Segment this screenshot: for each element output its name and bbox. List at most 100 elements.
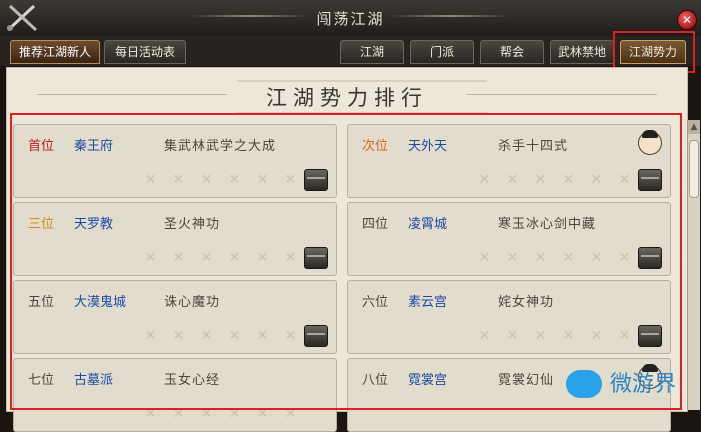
faction-skill: 杀手十四式 xyxy=(498,139,569,154)
treasure-chest-icon[interactable] xyxy=(304,169,328,191)
emblem-icon: ✕ xyxy=(590,328,603,344)
faction-skill: 霓裳幻仙 xyxy=(498,373,555,388)
heading-ornament-right xyxy=(467,94,657,95)
emblem-icon: ✕ xyxy=(200,172,213,188)
rank-card-1[interactable]: 首位 秦王府 集武林武学之大成 ✕ ✕ ✕ ✕ ✕ ✕ xyxy=(13,124,337,198)
rank-card-4[interactable]: 四位 凌霄城 寒玉冰心剑中藏 ✕ ✕ ✕ ✕ ✕ ✕ xyxy=(347,202,671,276)
emblem-icon: ✕ xyxy=(228,406,241,422)
emblem-icon: ✕ xyxy=(534,328,547,344)
faction-skill: 诛心魔功 xyxy=(164,295,221,310)
emblem-icon: ✕ xyxy=(256,250,269,266)
emblem-icon: ✕ xyxy=(284,406,297,422)
emblem-icon: ✕ xyxy=(256,406,269,422)
rank-card-6[interactable]: 六位 素云宫 姹女神功 ✕ ✕ ✕ ✕ ✕ ✕ xyxy=(347,280,671,354)
emblem-icon: ✕ xyxy=(200,406,213,422)
tab-jianghu-forces[interactable]: 江湖势力 xyxy=(620,40,686,64)
faction-name: 凌霄城 xyxy=(408,217,448,232)
emblem-icon: ✕ xyxy=(534,172,547,188)
treasure-chest-icon[interactable] xyxy=(304,247,328,269)
emblem-icon: ✕ xyxy=(506,328,519,344)
emblem-icon: ✕ xyxy=(172,406,185,422)
rank-label: 五位 xyxy=(28,295,55,310)
faction-skill: 集武林武学之大成 xyxy=(164,139,277,154)
faction-skill: 玉女心经 xyxy=(164,373,221,388)
tab-sect[interactable]: 门派 xyxy=(410,40,474,64)
emblem-icon: ✕ xyxy=(172,328,185,344)
emblem-slots: ✕ ✕ ✕ ✕ ✕ ✕ xyxy=(139,405,302,423)
rank-card-2[interactable]: 次位 天外天 杀手十四式 ✕ ✕ ✕ ✕ ✕ ✕ xyxy=(347,124,671,198)
emblem-icon: ✕ xyxy=(618,172,631,188)
rank-label: 三位 xyxy=(28,217,55,232)
scroll-up-arrow-icon[interactable]: ▲ xyxy=(688,120,700,134)
emblem-icon: ✕ xyxy=(562,328,575,344)
faction-skill: 姹女神功 xyxy=(498,295,555,310)
emblem-slots: ✕ ✕ ✕ ✕ ✕ ✕ xyxy=(473,327,636,345)
emblem-icon: ✕ xyxy=(144,406,157,422)
faction-name: 秦王府 xyxy=(74,139,114,154)
emblem-icon: ✕ xyxy=(562,172,575,188)
emblem-icon: ✕ xyxy=(144,328,157,344)
treasure-chest-icon[interactable] xyxy=(638,247,662,269)
rank-card-5[interactable]: 五位 大漠鬼城 诛心魔功 ✕ ✕ ✕ ✕ ✕ ✕ xyxy=(13,280,337,354)
faction-name: 天外天 xyxy=(408,139,448,154)
tab-recommend-newcomers[interactable]: 推荐江湖新人 xyxy=(10,40,100,64)
emblem-icon: ✕ xyxy=(534,250,547,266)
emblem-icon: ✕ xyxy=(618,250,631,266)
rankings-panel: 江湖势力排行 首位 秦王府 集武林武学之大成 ✕ ✕ ✕ ✕ ✕ ✕ 次位 天外天 杀手十… xyxy=(6,67,688,432)
treasure-chest-icon[interactable] xyxy=(638,325,662,347)
emblem-slots: ✕ ✕ ✕ ✕ ✕ ✕ xyxy=(473,249,636,267)
rank-card-3[interactable]: 三位 天罗教 圣火神功 ✕ ✕ ✕ ✕ ✕ ✕ xyxy=(13,202,337,276)
rank-label: 八位 xyxy=(362,373,389,388)
emblem-icon: ✕ xyxy=(172,250,185,266)
faction-name: 古墓派 xyxy=(74,373,114,388)
page-heading: 江湖势力排行 xyxy=(266,86,428,110)
tab-jianghu[interactable]: 江湖 xyxy=(340,40,404,64)
faction-name: 素云宫 xyxy=(408,295,448,310)
treasure-chest-icon[interactable] xyxy=(638,169,662,191)
scroll-thumb[interactable] xyxy=(689,140,699,198)
window-title: 闯荡江湖 xyxy=(316,10,385,28)
close-button[interactable]: ✕ xyxy=(677,10,697,30)
leader-avatar-icon[interactable] xyxy=(638,130,662,155)
rank-label: 六位 xyxy=(362,295,389,310)
tab-daily-events[interactable]: 每日活动表 xyxy=(104,40,186,64)
watermark-text: 微游界 xyxy=(610,372,677,397)
tab-guild[interactable]: 帮会 xyxy=(480,40,544,64)
rank-label: 首位 xyxy=(28,139,55,154)
emblem-icon: ✕ xyxy=(144,250,157,266)
emblem-icon: ✕ xyxy=(506,250,519,266)
emblem-icon: ✕ xyxy=(228,250,241,266)
emblem-icon: ✕ xyxy=(478,172,491,188)
emblem-icon: ✕ xyxy=(284,328,297,344)
emblem-icon: ✕ xyxy=(506,172,519,188)
emblem-slots: ✕ ✕ ✕ ✕ ✕ ✕ xyxy=(139,171,302,189)
close-icon: ✕ xyxy=(681,13,693,27)
cloud-logo-icon xyxy=(566,370,602,398)
emblem-icon: ✕ xyxy=(562,250,575,266)
rank-label: 七位 xyxy=(28,373,55,388)
emblem-icon: ✕ xyxy=(478,250,491,266)
faction-skill: 寒玉冰心剑中藏 xyxy=(498,217,597,232)
rank-card-7[interactable]: 七位 古墓派 玉女心经 ✕ ✕ ✕ ✕ ✕ ✕ xyxy=(13,358,337,432)
emblem-icon: ✕ xyxy=(284,250,297,266)
faction-name: 霓裳宫 xyxy=(408,373,448,388)
emblem-icon: ✕ xyxy=(618,328,631,344)
treasure-chest-icon[interactable] xyxy=(304,325,328,347)
tab-forbidden-land[interactable]: 武林禁地 xyxy=(550,40,614,64)
emblem-icon: ✕ xyxy=(256,172,269,188)
watermark-logo: 微游界 xyxy=(566,366,701,406)
emblem-icon: ✕ xyxy=(200,250,213,266)
emblem-icon: ✕ xyxy=(590,250,603,266)
title-ornament-right xyxy=(390,15,510,17)
emblem-icon: ✕ xyxy=(228,172,241,188)
emblem-icon: ✕ xyxy=(228,328,241,344)
emblem-icon: ✕ xyxy=(590,172,603,188)
emblem-slots: ✕ ✕ ✕ ✕ ✕ ✕ xyxy=(473,171,636,189)
emblem-icon: ✕ xyxy=(200,328,213,344)
rank-label: 次位 xyxy=(362,139,389,154)
title-bar: 闯荡江湖 ✕ xyxy=(0,0,701,37)
tab-bar: 推荐江湖新人 每日活动表 江湖 门派 帮会 武林禁地 江湖势力 xyxy=(0,36,701,66)
emblem-icon: ✕ xyxy=(478,328,491,344)
emblem-icon: ✕ xyxy=(284,172,297,188)
emblem-icon: ✕ xyxy=(172,172,185,188)
